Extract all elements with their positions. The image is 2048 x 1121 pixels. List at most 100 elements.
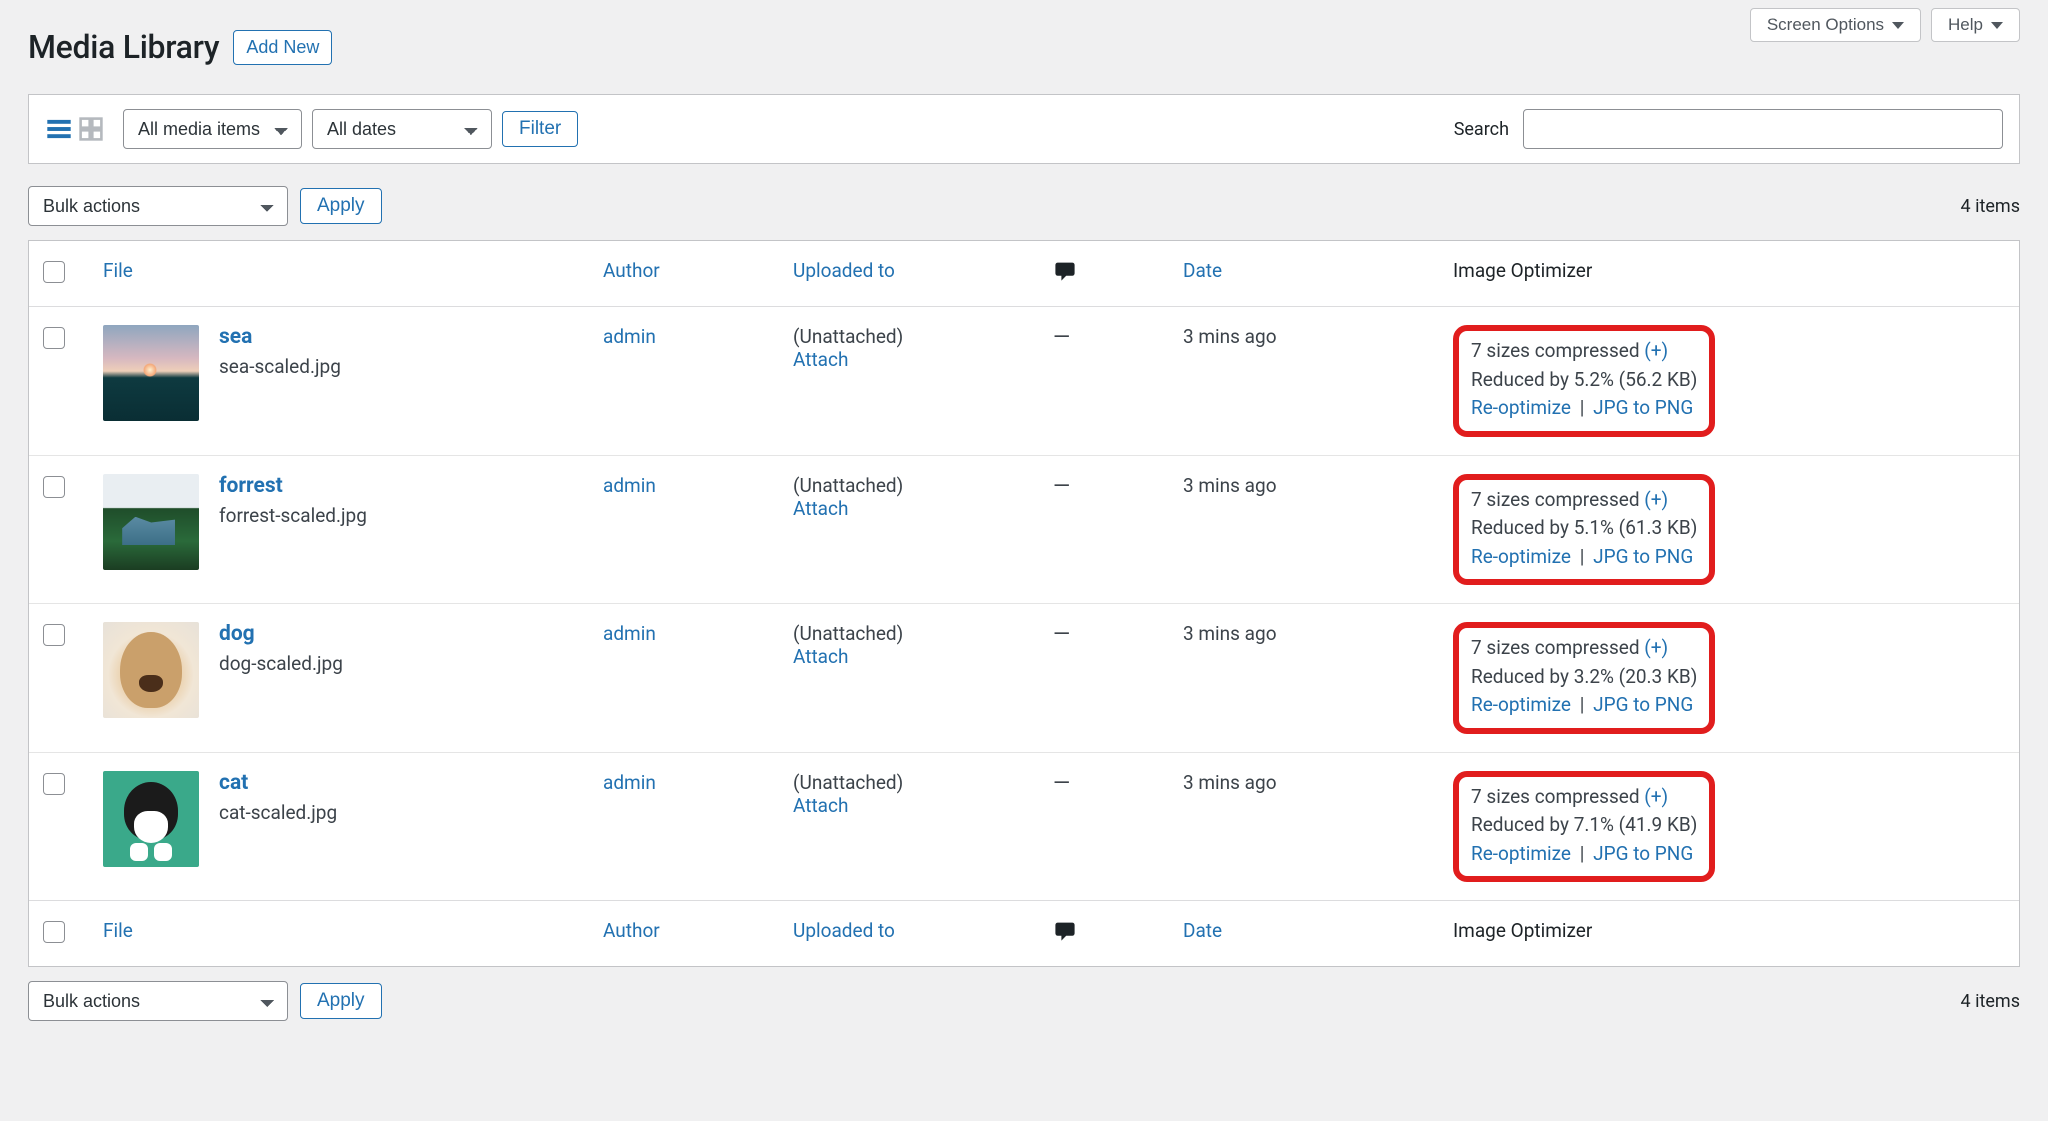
search-label: Search [1454,119,1509,140]
optimizer-sizes: 7 sizes compressed [1471,339,1640,362]
media-filename: cat-scaled.jpg [219,801,337,824]
date-text: 3 mins ago [1183,474,1277,497]
optimizer-highlight-box: 7 sizes compressed (+) Reduced by 7.1% (… [1453,771,1715,883]
thumbnail[interactable] [103,771,199,867]
view-grid-icon[interactable] [77,115,105,143]
optimizer-highlight-box: 7 sizes compressed (+) Reduced by 3.2% (… [1453,622,1715,734]
filter-dates[interactable]: All dates [312,109,492,149]
separator: | [1576,396,1589,419]
row-checkbox[interactable] [43,624,65,646]
comments-dash: — [1053,474,1070,499]
jpg-to-png-link[interactable]: JPG to PNG [1593,545,1693,568]
media-title-link[interactable]: dog [219,622,255,646]
filter-media-type[interactable]: All media items [123,109,302,149]
comment-icon [1053,265,1077,288]
caret-down-icon [1892,22,1904,29]
reoptimize-link[interactable]: Re-optimize [1471,545,1571,568]
unattached-label: (Unattached) [793,622,903,645]
page-title: Media Library [28,28,219,66]
separator: | [1576,545,1589,568]
optimizer-sizes: 7 sizes compressed [1471,785,1640,808]
reoptimize-link[interactable]: Re-optimize [1471,693,1571,716]
col-date[interactable]: Date [1169,241,1439,307]
search-input[interactable] [1523,109,2003,149]
media-filename: dog-scaled.jpg [219,652,343,675]
col-comments[interactable] [1039,241,1169,307]
author-link[interactable]: admin [603,325,656,348]
author-link[interactable]: admin [603,771,656,794]
bulk-apply-bottom[interactable]: Apply [300,983,382,1019]
caret-down-icon [1991,22,2003,29]
thumbnail[interactable] [103,474,199,570]
select-all-top[interactable] [43,261,65,283]
attach-link[interactable]: Attach [793,348,848,371]
date-text: 3 mins ago [1183,325,1277,348]
separator: | [1576,842,1589,865]
thumbnail[interactable] [103,325,199,421]
filter-button[interactable]: Filter [502,111,578,147]
col-comments-foot[interactable] [1039,900,1169,966]
reoptimize-link[interactable]: Re-optimize [1471,842,1571,865]
optimizer-expand[interactable]: (+) [1644,339,1668,362]
items-count-top: 4 items [1961,196,2020,217]
jpg-to-png-link[interactable]: JPG to PNG [1593,396,1693,419]
filter-bar: All media items All dates Filter Search [28,94,2020,164]
col-date-foot[interactable]: Date [1169,900,1439,966]
reoptimize-link[interactable]: Re-optimize [1471,396,1571,419]
optimizer-highlight-box: 7 sizes compressed (+) Reduced by 5.1% (… [1453,474,1715,586]
date-text: 3 mins ago [1183,622,1277,645]
row-checkbox[interactable] [43,327,65,349]
select-all-bottom[interactable] [43,921,65,943]
screen-options-toggle[interactable]: Screen Options [1750,8,1921,42]
table-row: sea sea-scaled.jpg admin (Unattached) At… [29,307,2019,456]
separator: | [1576,693,1589,716]
col-image-optimizer: Image Optimizer [1439,241,2019,307]
author-link[interactable]: admin [603,622,656,645]
table-row: cat cat-scaled.jpg admin (Unattached) At… [29,753,2019,901]
bulk-actions-select-bottom[interactable]: Bulk actions [28,981,288,1021]
col-author[interactable]: Author [589,241,779,307]
row-checkbox[interactable] [43,476,65,498]
col-file-foot[interactable]: File [89,900,589,966]
optimizer-reduced: Reduced by 7.1% (41.9 KB) [1471,811,1697,840]
thumbnail[interactable] [103,622,199,718]
view-list-icon[interactable] [45,115,73,143]
col-file[interactable]: File [89,241,589,307]
bulk-apply-top[interactable]: Apply [300,188,382,224]
optimizer-expand[interactable]: (+) [1644,636,1668,659]
help-toggle[interactable]: Help [1931,8,2020,42]
media-filename: forrest-scaled.jpg [219,504,367,527]
items-count-bottom: 4 items [1961,991,2020,1012]
col-author-foot[interactable]: Author [589,900,779,966]
optimizer-reduced: Reduced by 5.2% (56.2 KB) [1471,366,1697,395]
date-text: 3 mins ago [1183,771,1277,794]
optimizer-expand[interactable]: (+) [1644,488,1668,511]
media-title-link[interactable]: cat [219,771,248,795]
jpg-to-png-link[interactable]: JPG to PNG [1593,842,1693,865]
col-uploaded-to[interactable]: Uploaded to [779,241,1039,307]
media-filename: sea-scaled.jpg [219,355,341,378]
optimizer-reduced: Reduced by 5.1% (61.3 KB) [1471,514,1697,543]
comments-dash: — [1053,325,1070,350]
row-checkbox[interactable] [43,773,65,795]
optimizer-highlight-box: 7 sizes compressed (+) Reduced by 5.2% (… [1453,325,1715,437]
optimizer-expand[interactable]: (+) [1644,785,1668,808]
comments-dash: — [1053,622,1070,647]
optimizer-reduced: Reduced by 3.2% (20.3 KB) [1471,663,1697,692]
jpg-to-png-link[interactable]: JPG to PNG [1593,693,1693,716]
unattached-label: (Unattached) [793,771,903,794]
col-uploaded-to-foot[interactable]: Uploaded to [779,900,1039,966]
attach-link[interactable]: Attach [793,794,848,817]
table-row: forrest forrest-scaled.jpg admin (Unatta… [29,456,2019,605]
media-title-link[interactable]: sea [219,325,252,349]
author-link[interactable]: admin [603,474,656,497]
bulk-actions-select-top[interactable]: Bulk actions [28,186,288,226]
media-table: File Author Uploaded to Date Image Optim… [28,240,2020,967]
add-new-button[interactable]: Add New [233,30,332,65]
help-label: Help [1948,15,1983,35]
media-title-link[interactable]: forrest [219,474,283,498]
attach-link[interactable]: Attach [793,497,848,520]
table-body: sea sea-scaled.jpg admin (Unattached) At… [29,307,2019,900]
comment-icon [1053,925,1077,948]
attach-link[interactable]: Attach [793,645,848,668]
